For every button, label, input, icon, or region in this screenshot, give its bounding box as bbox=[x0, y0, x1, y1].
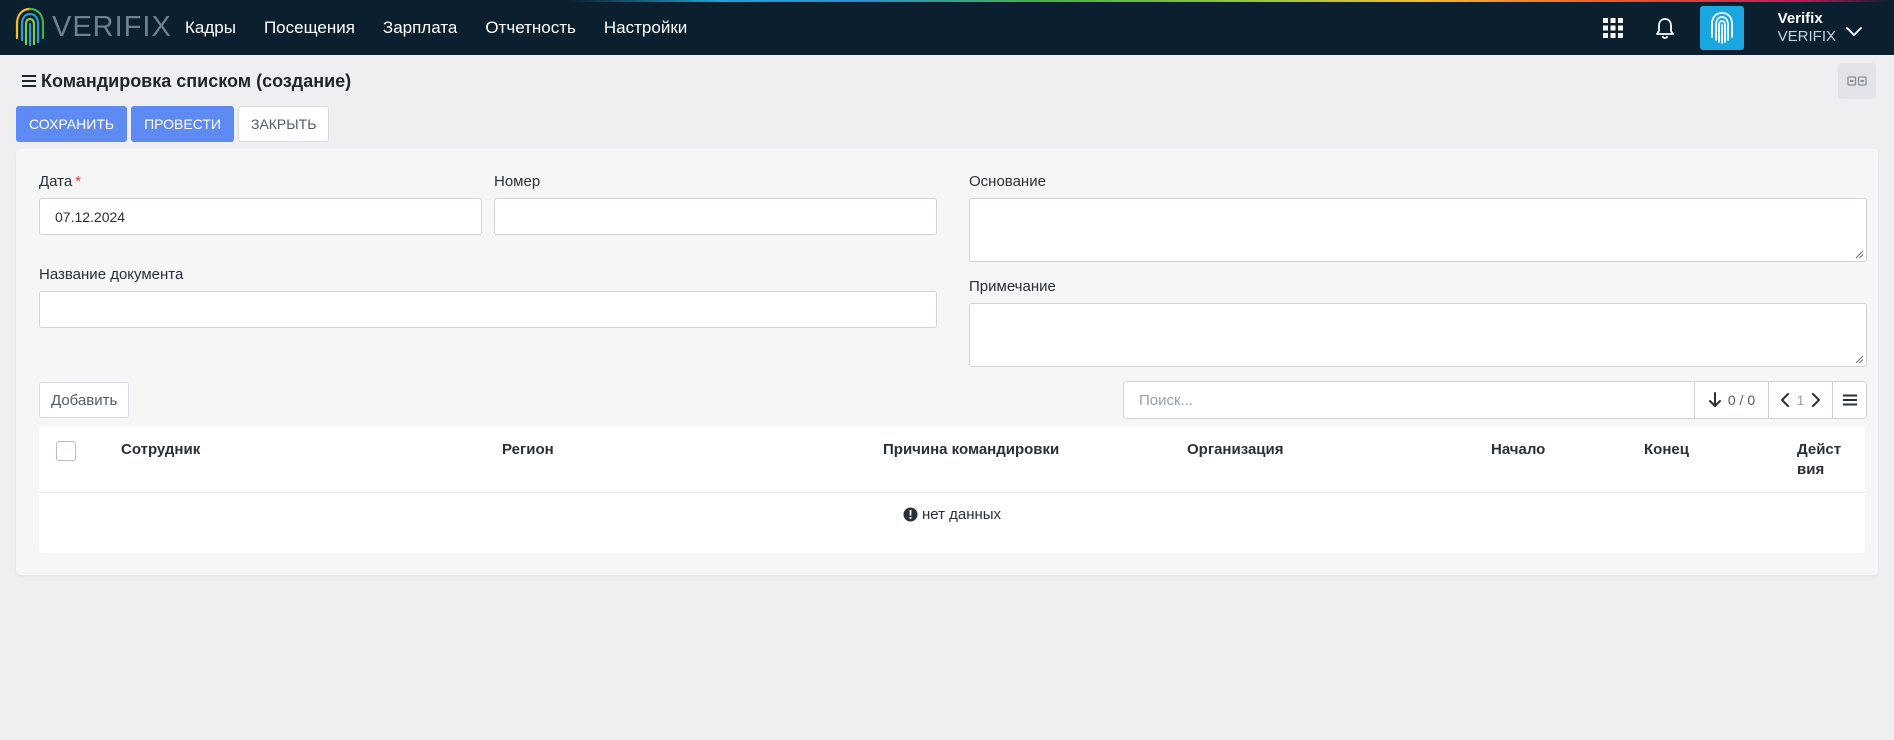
required-mark: * bbox=[75, 173, 82, 190]
nav-item-otchetnost[interactable]: Отчетность bbox=[485, 18, 576, 38]
resize-handle-icon[interactable] bbox=[1854, 354, 1864, 364]
date-label-text: Дата bbox=[39, 173, 73, 190]
table-header: Сотрудник Регион Причина командировки Ор… bbox=[39, 427, 1865, 493]
grid-icon bbox=[1602, 17, 1623, 38]
page-title: Командировка списком (создание) bbox=[41, 70, 352, 91]
note-textarea[interactable] bbox=[969, 303, 1867, 367]
basis-textarea[interactable] bbox=[969, 198, 1867, 262]
title-row: Командировка списком (создание) bbox=[22, 68, 351, 94]
arrow-down-icon bbox=[1708, 392, 1721, 407]
top-navbar: VERIFIX Кадры Посещения Зарплата Отчетно… bbox=[0, 0, 1894, 55]
nav-item-nastroyki[interactable]: Настройки bbox=[604, 18, 687, 38]
chevron-right-icon[interactable] bbox=[1811, 393, 1821, 407]
user-avatar[interactable] bbox=[1699, 5, 1744, 50]
doc-name-label: Название документа bbox=[39, 266, 184, 283]
apps-grid-button[interactable] bbox=[1596, 11, 1630, 45]
main-nav: Кадры Посещения Зарплата Отчетность Наст… bbox=[185, 0, 715, 55]
chevron-down-icon bbox=[1846, 26, 1862, 36]
close-button[interactable]: ЗАКРЫТЬ bbox=[237, 106, 330, 142]
pagination: 1 bbox=[1768, 382, 1832, 418]
column-region[interactable]: Регион bbox=[502, 440, 554, 460]
empty-state-text: нет данных bbox=[921, 505, 1002, 523]
layout-columns-icon bbox=[1847, 76, 1867, 86]
save-button[interactable]: СОХРАНИТЬ bbox=[16, 106, 128, 142]
number-input[interactable] bbox=[494, 198, 937, 235]
column-trip-reason[interactable]: Причина командировки bbox=[883, 440, 1059, 460]
nav-item-zarplata[interactable]: Зарплата bbox=[383, 18, 457, 38]
column-end[interactable]: Конец bbox=[1644, 440, 1689, 460]
sort-count-button[interactable]: 0 / 0 bbox=[1694, 382, 1768, 418]
trips-table: Сотрудник Регион Причина командировки Ор… bbox=[39, 427, 1865, 553]
select-all-checkbox[interactable] bbox=[56, 441, 76, 461]
date-label: Дата * bbox=[39, 173, 81, 190]
basis-label: Основание bbox=[969, 173, 1046, 190]
doc-name-input[interactable] bbox=[39, 291, 937, 328]
fingerprint-icon bbox=[1710, 11, 1733, 44]
table-toolbar: 0 / 0 1 bbox=[1123, 381, 1867, 419]
search-input[interactable] bbox=[1124, 382, 1694, 418]
notifications-button[interactable] bbox=[1648, 11, 1682, 45]
page-number: 1 bbox=[1796, 392, 1805, 408]
hamburger-menu-icon[interactable] bbox=[22, 74, 36, 88]
list-menu-icon bbox=[1842, 394, 1857, 406]
chevron-left-icon[interactable] bbox=[1780, 393, 1790, 407]
date-input[interactable]: 07.12.2024 bbox=[39, 198, 482, 235]
user-info[interactable]: Verifix VERIFIX bbox=[1778, 10, 1836, 46]
number-label: Номер bbox=[494, 173, 541, 190]
view-mode-toggle-button[interactable] bbox=[1838, 63, 1876, 99]
logo-text: VERIFIX bbox=[52, 10, 172, 43]
empty-state: нет данных bbox=[39, 493, 1865, 535]
column-employee[interactable]: Сотрудник bbox=[121, 440, 200, 460]
navbar-right: Verifix VERIFIX bbox=[1596, 0, 1894, 55]
post-button[interactable]: ПРОВЕСТИ bbox=[131, 106, 234, 142]
column-start[interactable]: Начало bbox=[1491, 440, 1545, 460]
user-organization: VERIFIX bbox=[1777, 27, 1836, 45]
nav-item-poseshcheniya[interactable]: Посещения bbox=[264, 18, 355, 38]
column-organization[interactable]: Организация bbox=[1187, 440, 1284, 460]
user-name: Verifix bbox=[1777, 9, 1823, 27]
column-actions: Дейст вия bbox=[1797, 441, 1842, 478]
bell-icon bbox=[1655, 17, 1674, 39]
add-row-button[interactable]: Добавить bbox=[39, 382, 130, 418]
columns-menu-button[interactable] bbox=[1832, 382, 1866, 418]
exclamation-circle-icon bbox=[903, 507, 918, 521]
note-label: Примечание bbox=[969, 278, 1056, 295]
action-bar: СОХРАНИТЬ ПРОВЕСТИ ЗАКРЫТЬ bbox=[16, 106, 333, 142]
resize-handle-icon[interactable] bbox=[1854, 249, 1864, 259]
user-menu-toggle[interactable] bbox=[1842, 20, 1866, 44]
verifix-logo[interactable]: VERIFIX bbox=[14, 6, 172, 48]
nav-item-kadry[interactable]: Кадры bbox=[185, 18, 236, 38]
fingerprint-logo-icon bbox=[15, 7, 45, 47]
form-card: Дата * 07.12.2024 Номер Основание Названи… bbox=[16, 149, 1878, 575]
row-count: 0 / 0 bbox=[1727, 392, 1756, 408]
